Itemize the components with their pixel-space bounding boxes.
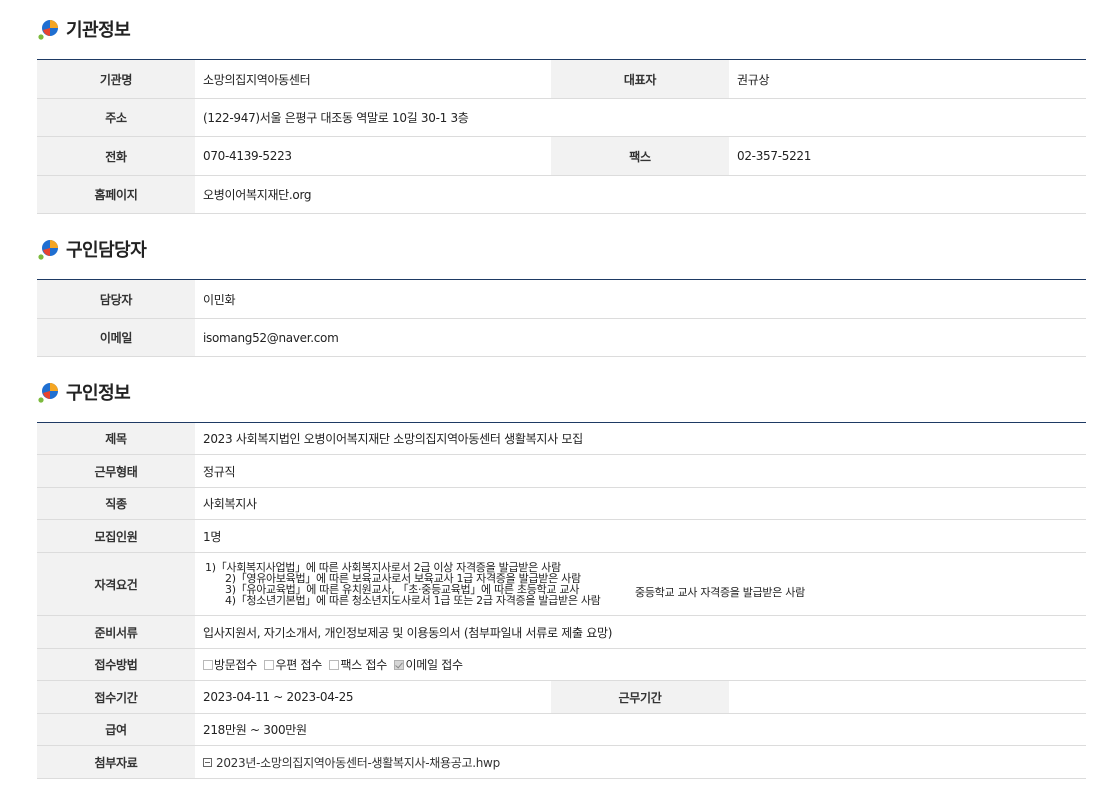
recruit-count-value: 1명 <box>195 519 1087 553</box>
org-info-table: 기관명 소망의집지역아동센터 대표자 권규상 주소 (122-947)서울 은평… <box>37 59 1086 214</box>
section-logo-icon <box>37 381 59 403</box>
row-label: 담당자 <box>37 279 195 319</box>
table-row: 접수기간 2023-04-11 ~ 2023-04-25 근무기간 <box>37 680 1087 714</box>
row-label: 전화 <box>37 136 195 176</box>
requirements-value: 1)「사회복지사업법」에 따른 사회복지사로서 2급 이상 자격증을 발급받은 … <box>195 552 1087 616</box>
phone-value: 070-4139-5223 <box>195 136 551 176</box>
row-label: 첨부자료 <box>37 745 195 779</box>
checkbox-label: 팩스 접수 <box>340 658 387 672</box>
email-value: isomang52@naver.com <box>195 318 1086 357</box>
method-mail-checkbox[interactable]: 우편 접수 <box>264 656 322 673</box>
application-methods: 방문접수 우편 접수 팩스 접수 이메일 접수 <box>195 648 1087 681</box>
table-row: 홈페이지 오병이어복지재단.org <box>37 175 1086 214</box>
row-label: 팩스 <box>551 136 729 176</box>
method-visit-checkbox[interactable]: 방문접수 <box>203 656 257 673</box>
table-row: 급여 218만원 ~ 300만원 <box>37 713 1087 746</box>
requirement-extra-text: 중등학교 교사 자격증을 발급받은 사람 <box>635 586 805 599</box>
checkbox-checked-icon <box>394 659 405 670</box>
section-logo-icon <box>37 238 59 260</box>
table-row: 첨부자료 2023년-소망의집지역아동센터-생활복지사-채용공고.hwp <box>37 745 1087 779</box>
application-period-value: 2023-04-11 ~ 2023-04-25 <box>195 680 551 714</box>
contact-info-table: 담당자 이민화 이메일 isomang52@naver.com <box>37 279 1086 357</box>
section-logo-icon <box>37 18 59 40</box>
org-name-value: 소망의집지역아동센터 <box>195 59 551 99</box>
required-docs-value: 입사지원서, 자기소개서, 개인정보제공 및 이용동의서 (첨부파일내 서류로 … <box>195 615 1087 649</box>
contact-person-value: 이민화 <box>195 279 1086 319</box>
row-label: 대표자 <box>551 59 729 99</box>
table-row: 전화 070-4139-5223 팩스 02-357-5221 <box>37 136 1086 176</box>
table-row: 준비서류 입사지원서, 자기소개서, 개인정보제공 및 이용동의서 (첨부파일내… <box>37 615 1087 649</box>
row-label: 제목 <box>37 422 195 455</box>
salary-value: 218만원 ~ 300만원 <box>195 713 1087 746</box>
job-subject-value: 2023 사회복지법인 오병이어복지재단 소망의집지역아동센터 생활복지사 모집 <box>195 422 1087 455</box>
attachment-filename: 2023년-소망의집지역아동센터-생활복지사-채용공고.hwp <box>216 755 500 770</box>
checkbox-label: 이메일 접수 <box>405 658 463 672</box>
address-value: (122-947)서울 은평구 대조동 역말로 10길 30-1 3층 <box>195 98 1086 137</box>
table-row: 제목 2023 사회복지법인 오병이어복지재단 소망의집지역아동센터 생활복지사… <box>37 422 1087 455</box>
checkbox-label: 방문접수 <box>214 658 257 672</box>
row-label: 이메일 <box>37 318 195 357</box>
checkbox-icon <box>203 659 213 670</box>
row-label: 주소 <box>37 98 195 137</box>
table-row: 접수방법 방문접수 우편 접수 팩스 접수 이메일 접수 <box>37 648 1087 681</box>
table-row: 자격요건 1)「사회복지사업법」에 따른 사회복지사로서 2급 이상 자격증을 … <box>37 552 1087 616</box>
table-row: 주소 (122-947)서울 은평구 대조동 역말로 10길 30-1 3층 <box>37 98 1086 137</box>
homepage-value: 오병이어복지재단.org <box>195 175 1086 214</box>
section-title-org: 기관정보 <box>37 16 131 42</box>
requirements-block: 1)「사회복지사업법」에 따른 사회복지사로서 2급 이상 자격증을 발급받은 … <box>203 555 1086 613</box>
row-label: 접수방법 <box>37 648 195 681</box>
job-info-table: 제목 2023 사회복지법인 오병이어복지재단 소망의집지역아동센터 생활복지사… <box>37 422 1087 779</box>
checkbox-icon <box>264 659 275 670</box>
table-row: 이메일 isomang52@naver.com <box>37 318 1086 357</box>
method-fax-checkbox[interactable]: 팩스 접수 <box>329 656 387 673</box>
attachment-cell: 2023년-소망의집지역아동센터-생활복지사-채용공고.hwp <box>195 745 1087 779</box>
row-label: 직종 <box>37 487 195 520</box>
row-label: 준비서류 <box>37 615 195 649</box>
row-label: 홈페이지 <box>37 175 195 214</box>
table-row: 모집인원 1명 <box>37 519 1087 553</box>
section-title-text: 구인정보 <box>66 383 131 404</box>
table-row: 담당자 이민화 <box>37 279 1086 319</box>
row-label: 근무형태 <box>37 454 195 488</box>
checkbox-label: 우편 접수 <box>275 658 322 672</box>
fax-value: 02-357-5221 <box>729 136 1086 176</box>
table-row: 근무형태 정규직 <box>37 454 1087 488</box>
requirement-line: 4)「청소년기본법」에 따른 청소년지도사로서 1급 또는 2급 자격증을 발급… <box>225 594 601 607</box>
table-row: 직종 사회복지사 <box>37 487 1087 520</box>
checkbox-icon <box>329 659 340 670</box>
section-title-job: 구인정보 <box>37 379 131 405</box>
row-label: 급여 <box>37 713 195 746</box>
row-label: 근무기간 <box>551 680 729 714</box>
employment-type-value: 정규직 <box>195 454 1087 488</box>
section-title-text: 기관정보 <box>66 20 131 41</box>
file-icon <box>203 757 212 767</box>
row-label: 접수기간 <box>37 680 195 714</box>
row-label: 모집인원 <box>37 519 195 553</box>
method-email-checkbox[interactable]: 이메일 접수 <box>394 656 463 673</box>
attachment-link[interactable]: 2023년-소망의집지역아동센터-생활복지사-채용공고.hwp <box>203 754 500 771</box>
row-label: 자격요건 <box>37 552 195 616</box>
row-label: 기관명 <box>37 59 195 99</box>
occupation-value: 사회복지사 <box>195 487 1087 520</box>
table-row: 기관명 소망의집지역아동센터 대표자 권규상 <box>37 59 1086 99</box>
work-period-value <box>729 680 1087 714</box>
representative-value: 권규상 <box>729 59 1086 99</box>
section-title-contact: 구인담당자 <box>37 236 147 262</box>
section-title-text: 구인담당자 <box>66 240 147 261</box>
